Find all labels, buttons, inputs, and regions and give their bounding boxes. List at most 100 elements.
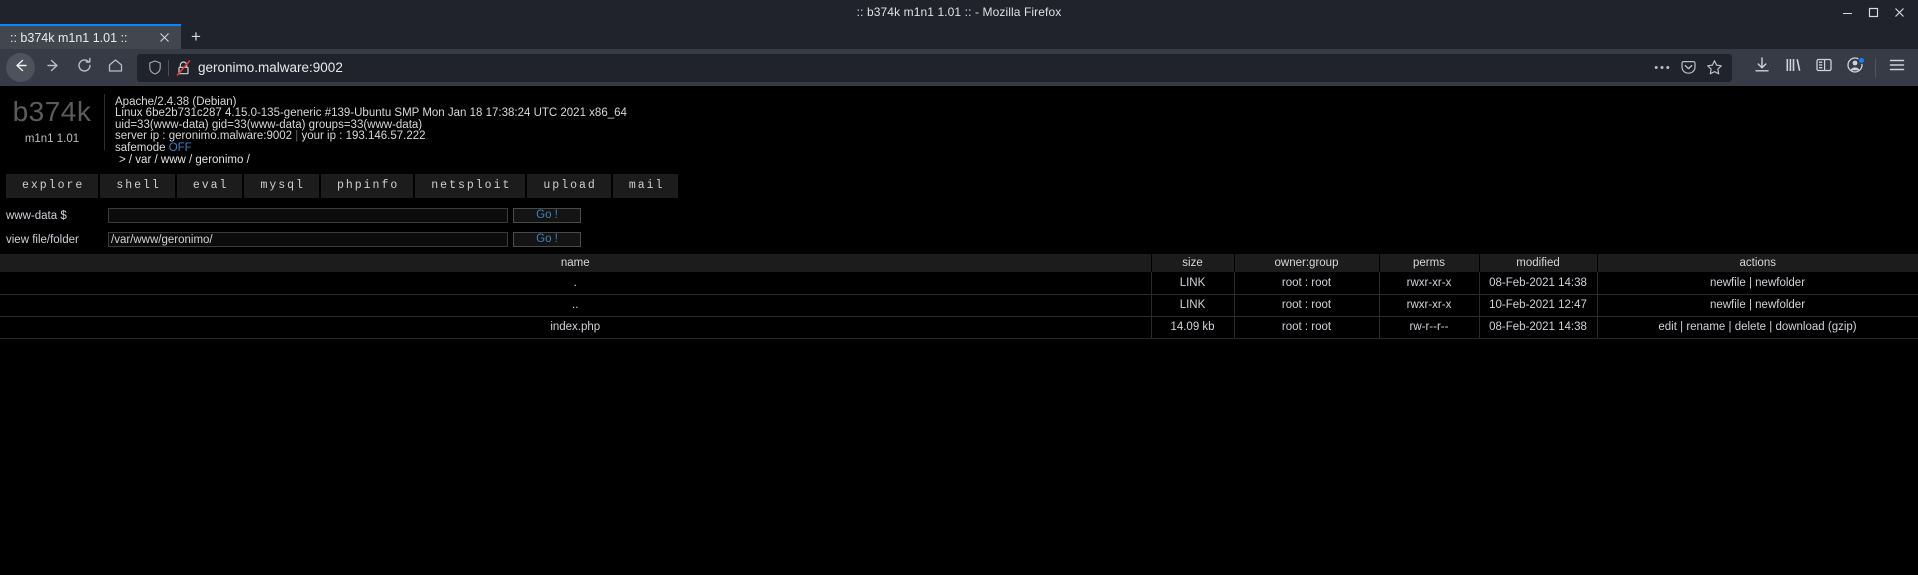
- file-modified-cell: 08-Feb-2021 14:38: [1479, 316, 1598, 339]
- view-path-row: view file/folder Go !: [0, 230, 1918, 249]
- close-window-button[interactable]: [1886, 0, 1912, 24]
- column-header-name[interactable]: name: [0, 254, 1152, 273]
- breadcrumb-www[interactable]: / www: [155, 154, 186, 166]
- arrow-right-icon: [45, 57, 62, 79]
- safemode-info: safemode OFF: [115, 141, 627, 154]
- shell-header: b374k m1n1 1.01 Apache/2.4.38 (Debian) L…: [0, 86, 1918, 166]
- arrow-left-icon: [12, 57, 29, 79]
- breadcrumb-geronimo[interactable]: / geronimo: [189, 154, 243, 166]
- column-header-owner-group[interactable]: owner:group: [1234, 254, 1380, 273]
- url-text[interactable]: geronimo.malware:9002: [192, 60, 1650, 75]
- action-edit[interactable]: edit: [1658, 321, 1677, 333]
- file-name-cell[interactable]: ..: [0, 294, 1152, 317]
- library-button[interactable]: [1777, 53, 1808, 82]
- action-delete[interactable]: delete: [1735, 321, 1766, 333]
- plus-icon: +: [191, 27, 201, 46]
- action-newfolder[interactable]: newfolder: [1755, 277, 1805, 289]
- bookmark-star-icon[interactable]: [1702, 56, 1726, 80]
- your-ip-value: 193.146.57.222: [345, 130, 426, 143]
- new-tab-button[interactable]: +: [181, 24, 211, 49]
- hamburger-menu-icon: [1888, 56, 1906, 79]
- action-download-gzip[interactable]: download (gzip): [1775, 321, 1856, 333]
- account-notification-badge: [1858, 57, 1865, 64]
- column-header-modified[interactable]: modified: [1479, 254, 1598, 273]
- file-perms-cell[interactable]: rw-r--r--: [1379, 316, 1480, 339]
- tab-shell[interactable]: shell: [100, 174, 175, 199]
- back-button[interactable]: [6, 53, 35, 82]
- lock-broken-icon[interactable]: [175, 59, 192, 76]
- sidebar-button[interactable]: [1808, 53, 1839, 82]
- ip-info: server ip : geronimo.malware:9002 | your…: [115, 130, 627, 143]
- command-go-button[interactable]: Go !: [513, 208, 581, 224]
- breadcrumb-var[interactable]: / var: [129, 154, 151, 166]
- action-newfile[interactable]: newfile: [1710, 299, 1746, 311]
- close-icon[interactable]: [155, 29, 173, 47]
- file-owner-cell: root : root: [1234, 294, 1380, 317]
- command-input[interactable]: [108, 208, 508, 224]
- tab-title: :: b374k m1n1 1.01 ::: [10, 30, 128, 45]
- browser-tab-active[interactable]: :: b374k m1n1 1.01 ::: [0, 24, 181, 49]
- view-path-input[interactable]: [108, 232, 508, 248]
- path-prompt: >: [119, 153, 126, 166]
- file-actions-cell: newfile | newfolder: [1597, 272, 1918, 295]
- tab-upload[interactable]: upload: [527, 174, 611, 199]
- url-divider: [168, 59, 169, 76]
- file-name-link[interactable]: index.php: [550, 321, 600, 333]
- table-header-row: name size owner:group perms modified act…: [0, 254, 1918, 273]
- download-icon: [1753, 56, 1771, 79]
- url-bar[interactable]: geronimo.malware:9002: [137, 53, 1732, 82]
- view-path-go-button[interactable]: Go !: [513, 232, 581, 248]
- file-size-cell: 14.09 kb: [1151, 316, 1235, 339]
- file-owner-cell: root : root: [1234, 316, 1380, 339]
- page-actions-icon[interactable]: [1650, 56, 1674, 80]
- action-newfile[interactable]: newfile: [1710, 277, 1746, 289]
- column-header-actions: actions: [1597, 254, 1918, 273]
- tab-explore[interactable]: explore: [6, 174, 99, 199]
- reload-button[interactable]: [69, 53, 100, 82]
- file-perms-cell[interactable]: rwxr-xr-x: [1379, 272, 1480, 295]
- file-perms-cell[interactable]: rwxr-xr-x: [1379, 294, 1480, 317]
- tab-netsploit[interactable]: netsploit: [415, 174, 526, 199]
- reload-icon: [76, 57, 93, 79]
- action-newfolder[interactable]: newfolder: [1755, 299, 1805, 311]
- application-menu-button[interactable]: [1881, 53, 1912, 82]
- tab-phpinfo[interactable]: phpinfo: [320, 174, 414, 199]
- tab-mysql[interactable]: mysql: [244, 174, 319, 199]
- file-name-link[interactable]: .: [574, 277, 577, 289]
- downloads-button[interactable]: [1746, 53, 1777, 82]
- server-ip-label: server ip :: [115, 130, 169, 143]
- file-size-cell: LINK: [1151, 294, 1235, 317]
- action-rename[interactable]: rename: [1686, 321, 1725, 333]
- browser-window: :: b374k m1n1 1.01 :: - Mozilla Firefox …: [0, 0, 1918, 575]
- command-label: www-data $: [6, 209, 67, 222]
- file-name-cell[interactable]: .: [0, 272, 1152, 295]
- column-header-size[interactable]: size: [1151, 254, 1235, 273]
- pocket-icon[interactable]: [1676, 56, 1700, 80]
- firefox-account-button[interactable]: [1839, 53, 1870, 82]
- column-header-perms[interactable]: perms: [1379, 254, 1480, 273]
- tab-mail[interactable]: mail: [612, 174, 679, 199]
- home-button[interactable]: [100, 53, 131, 82]
- shield-icon[interactable]: [145, 60, 165, 75]
- url-bar-actions: [1650, 56, 1726, 80]
- table-row: .. LINK root : root rwxr-xr-x 10-Feb-202…: [0, 294, 1918, 317]
- table-row: . LINK root : root rwxr-xr-x 08-Feb-2021…: [0, 272, 1918, 295]
- navigation-toolbar: geronimo.malware:9002: [0, 49, 1918, 86]
- file-listing-table: name size owner:group perms modified act…: [0, 254, 1918, 339]
- home-icon: [107, 57, 124, 79]
- safemode-label: safemode: [115, 141, 169, 154]
- file-name-cell[interactable]: index.php: [0, 316, 1152, 339]
- shell-forms: www-data $ Go ! view file/folder Go !: [0, 198, 1918, 249]
- tab-eval[interactable]: eval: [176, 174, 243, 199]
- window-title: :: b374k m1n1 1.01 :: - Mozilla Firefox: [856, 5, 1062, 19]
- tab-strip: :: b374k m1n1 1.01 :: +: [0, 24, 1918, 49]
- file-name-link[interactable]: ..: [572, 299, 578, 311]
- file-modified-cell: 08-Feb-2021 14:38: [1479, 272, 1598, 295]
- breadcrumb-trailing[interactable]: /: [247, 154, 250, 166]
- minimize-window-button[interactable]: [1834, 0, 1860, 24]
- window-controls: [1834, 0, 1912, 24]
- current-path-breadcrumb: > / var / www / geronimo /: [115, 154, 627, 166]
- action-separator: |: [1745, 277, 1756, 290]
- maximize-window-button[interactable]: [1860, 0, 1886, 24]
- forward-button[interactable]: [38, 53, 69, 82]
